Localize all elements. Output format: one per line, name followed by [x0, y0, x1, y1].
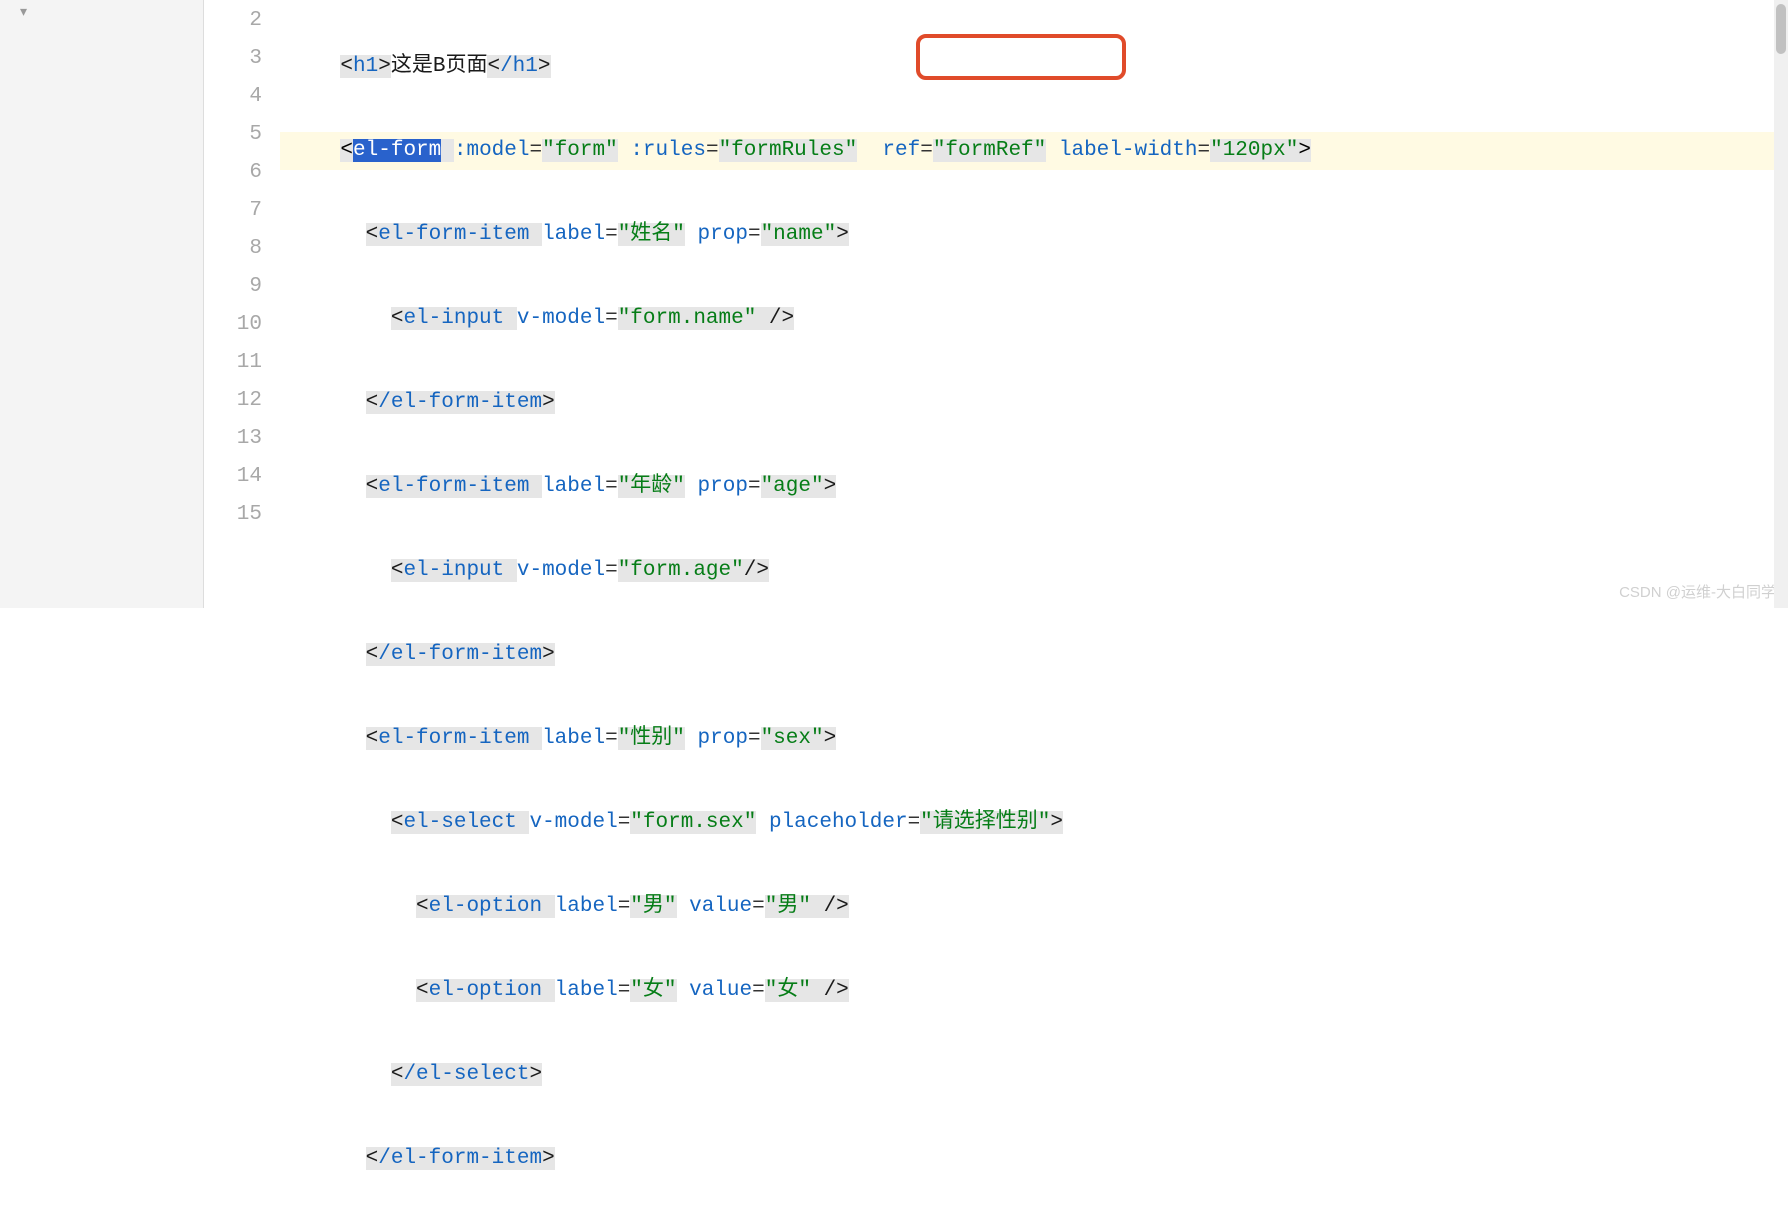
code-line[interactable]: <el-option label="女" value="女" />: [280, 972, 1788, 1010]
line-number[interactable]: 6: [204, 154, 280, 192]
line-number[interactable]: 5: [204, 116, 280, 154]
code-line[interactable]: </el-select>: [280, 1056, 1788, 1094]
line-number[interactable]: 8: [204, 230, 280, 268]
line-number[interactable]: 7: [204, 192, 280, 230]
code-line[interactable]: <el-form-item label="性别" prop="sex">: [280, 720, 1788, 758]
line-number[interactable]: 12: [204, 382, 280, 420]
code-line[interactable]: <h1>这是B页面</h1>: [280, 48, 1788, 86]
caret-icon[interactable]: ▾: [0, 0, 203, 25]
line-number[interactable]: 2: [204, 2, 280, 40]
code-line[interactable]: <el-select v-model="form.sex" placeholde…: [280, 804, 1788, 842]
code-line[interactable]: </el-form-item>: [280, 1140, 1788, 1178]
code-line[interactable]: <el-input v-model="form.age"/>: [280, 552, 1788, 590]
line-number[interactable]: 11: [204, 344, 280, 382]
line-number[interactable]: 9: [204, 268, 280, 306]
code-line[interactable]: <el-input v-model="form.name" />: [280, 300, 1788, 338]
code-line[interactable]: <el-form-item label="年龄" prop="age">: [280, 468, 1788, 506]
line-number[interactable]: 3: [204, 40, 280, 78]
line-number[interactable]: 15: [204, 496, 280, 534]
line-number[interactable]: 4: [204, 78, 280, 116]
code-line-current[interactable]: <el-form :model="form" :rules="formRules…: [280, 132, 1788, 170]
line-number[interactable]: 14: [204, 458, 280, 496]
project-sidebar: ▾: [0, 0, 204, 608]
code-line[interactable]: </el-form-item>: [280, 384, 1788, 422]
code-line[interactable]: </el-form-item>: [280, 636, 1788, 674]
watermark: CSDN @运维-大白同学: [1619, 581, 1776, 602]
line-number[interactable]: 13: [204, 420, 280, 458]
scrollbar-thumb[interactable]: [1776, 4, 1786, 54]
code-editor[interactable]: <h1>这是B页面</h1> <el-form :model="form" :r…: [280, 0, 1788, 608]
vertical-scrollbar[interactable]: [1774, 0, 1788, 608]
line-number-gutter: 2 3 4 5 6 7 8 9 10 11 12 13 14 15: [204, 0, 280, 608]
code-line[interactable]: <el-form-item label="姓名" prop="name">: [280, 216, 1788, 254]
line-number[interactable]: 10: [204, 306, 280, 344]
code-line[interactable]: <el-option label="男" value="男" />: [280, 888, 1788, 926]
